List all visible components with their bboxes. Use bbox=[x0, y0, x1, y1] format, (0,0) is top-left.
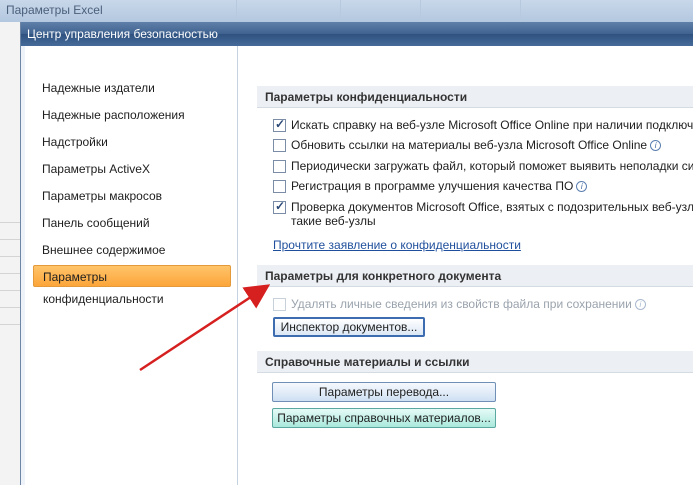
info-icon[interactable]: i bbox=[576, 181, 588, 193]
section-header-privacy: Параметры конфиденциальности bbox=[257, 86, 693, 108]
section-header-reference: Справочные материалы и ссылки bbox=[257, 351, 693, 373]
document-inspector-button[interactable]: Инспектор документов... bbox=[273, 317, 425, 337]
checkbox[interactable] bbox=[273, 117, 286, 132]
settings-content: Параметры конфиденциальности Искать спра… bbox=[247, 46, 693, 485]
nav-item-message-bar[interactable]: Панель сообщений bbox=[33, 212, 231, 234]
option-label-line2: такие веб-узлы bbox=[291, 214, 376, 228]
checkbox[interactable] bbox=[273, 139, 286, 152]
checkbox[interactable] bbox=[273, 199, 286, 214]
info-icon[interactable]: i bbox=[650, 140, 662, 152]
grid-line bbox=[0, 239, 20, 240]
nav-item-activex[interactable]: Параметры ActiveX bbox=[33, 158, 231, 180]
option-text: Обновить ссылки на материалы веб-узла Mi… bbox=[291, 138, 648, 152]
section-header-document: Параметры для конкретного документа bbox=[257, 265, 693, 287]
excel-options-titlebar: Параметры Excel bbox=[0, 0, 693, 22]
trust-center-nav: Надежные издатели Надежные расположения … bbox=[25, 46, 238, 485]
grid-line bbox=[0, 222, 20, 223]
privacy-statement-link[interactable]: Прочтите заявление о конфиденциальности bbox=[273, 238, 521, 252]
divider bbox=[420, 0, 421, 22]
option-label: Удалять личные сведения из свойств файла… bbox=[291, 297, 646, 311]
grid-line bbox=[0, 273, 20, 274]
info-icon: i bbox=[634, 299, 646, 311]
option-label: Проверка документов Microsoft Office, вз… bbox=[291, 200, 693, 214]
option-label: Регистрация в программе улучшения качест… bbox=[291, 179, 588, 193]
checkbox bbox=[273, 298, 286, 311]
excel-options-title: Параметры Excel bbox=[6, 3, 103, 17]
dialog-title: Центр управления безопасностью bbox=[27, 27, 218, 41]
divider bbox=[236, 0, 237, 22]
divider bbox=[520, 0, 521, 22]
grid-line bbox=[0, 307, 20, 308]
grid-line bbox=[0, 324, 20, 325]
grid-line bbox=[0, 256, 20, 257]
trust-center-dialog: Центр управления безопасностью Надежные … bbox=[20, 22, 693, 485]
nav-item-trusted-publishers[interactable]: Надежные издатели bbox=[33, 77, 231, 99]
nav-item-add-ins[interactable]: Надстройки bbox=[33, 131, 231, 153]
checkbox[interactable] bbox=[273, 160, 286, 173]
background-sheet-strip bbox=[0, 22, 21, 485]
option-label: Искать справку на веб-узле Microsoft Off… bbox=[291, 118, 693, 132]
research-options-button[interactable]: Параметры справочных материалов... bbox=[272, 408, 496, 428]
nav-item-macros[interactable]: Параметры макросов bbox=[33, 185, 231, 207]
divider bbox=[340, 0, 341, 22]
option-text: Регистрация в программе улучшения качест… bbox=[291, 179, 574, 193]
option-text: Удалять личные сведения из свойств файла… bbox=[291, 297, 632, 311]
nav-item-trusted-locations[interactable]: Надежные расположения bbox=[33, 104, 231, 126]
option-label: Обновить ссылки на материалы веб-узла Mi… bbox=[291, 138, 662, 152]
grid-line bbox=[0, 290, 20, 291]
nav-item-privacy-options[interactable]: Параметры конфиденциальности bbox=[33, 265, 231, 306]
checkbox[interactable] bbox=[273, 180, 286, 193]
option-label: Периодически загружать файл, который пом… bbox=[291, 159, 693, 173]
dialog-titlebar[interactable]: Центр управления безопасностью bbox=[21, 22, 693, 46]
translation-options-button[interactable]: Параметры перевода... bbox=[272, 382, 496, 402]
nav-item-external-content[interactable]: Внешнее содержимое bbox=[33, 239, 231, 261]
dialog-body: Надежные издатели Надежные расположения … bbox=[25, 46, 693, 485]
